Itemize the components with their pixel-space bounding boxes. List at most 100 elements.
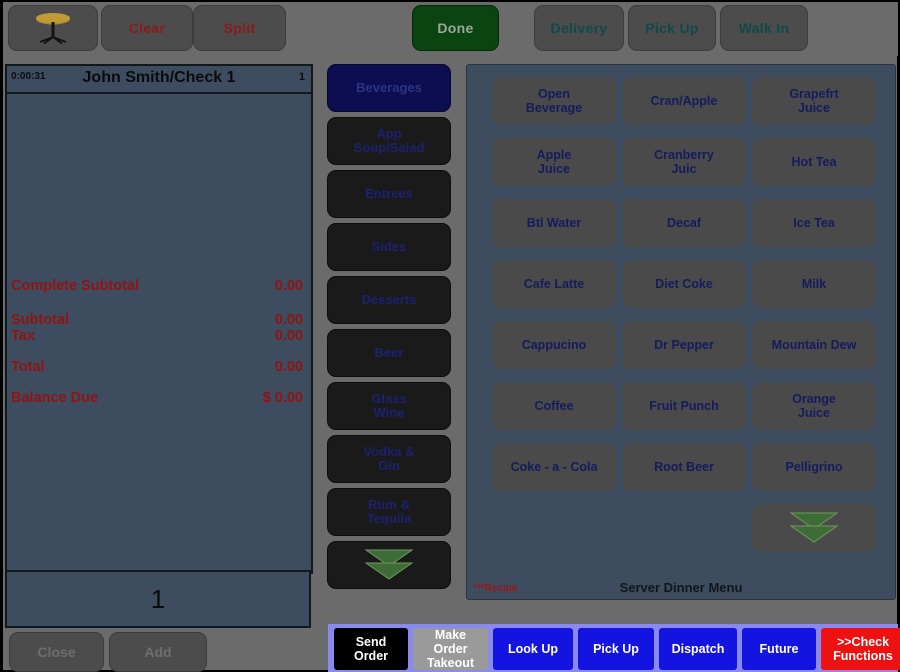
menu-item-label: Orange Juice — [792, 392, 836, 420]
subtotal-label: Subtotal — [11, 312, 69, 328]
balance-due-label: Balance Due — [11, 390, 99, 406]
menu-item-cappucino[interactable]: Cappucino — [492, 321, 616, 369]
split-label: Split — [223, 20, 256, 36]
menu-item-hot-tea[interactable]: Hot Tea — [752, 138, 876, 186]
clear-button[interactable]: Clear — [101, 5, 193, 51]
function-button-dispatch[interactable]: Dispatch — [659, 628, 737, 670]
category-label: Glass Wine — [371, 391, 407, 420]
menu-item-coke-a-cola[interactable]: Coke - a - Cola — [492, 443, 616, 491]
quantity-display[interactable]: 1 — [5, 570, 311, 628]
menu-item-fruit-punch[interactable]: Fruit Punch — [622, 382, 746, 430]
menu-item-decaf[interactable]: Decaf — [622, 199, 746, 247]
table-button[interactable] — [8, 5, 98, 51]
delivery-button[interactable]: Delivery — [534, 5, 624, 51]
menu-item-label: Cran/Apple — [650, 94, 718, 108]
balance-due-value: $ 0.00 — [262, 390, 303, 406]
check-line-items[interactable] — [7, 94, 311, 279]
menu-item-label: Ice Tea — [793, 216, 835, 230]
split-button[interactable]: Split — [193, 5, 286, 51]
menu-item-dr-pepper[interactable]: Dr Pepper — [622, 321, 746, 369]
function-button-pick-up[interactable]: Pick Up — [578, 628, 654, 670]
menu-item-coffee[interactable]: Coffee — [492, 382, 616, 430]
category-button-sides[interactable]: Sides — [327, 223, 451, 271]
pos-application: Clear Split Done Delivery Pick Up Walk I… — [0, 0, 900, 672]
category-button-entrees[interactable]: Entrees — [327, 170, 451, 218]
tax-value: 0.00 — [274, 328, 303, 344]
menu-item-label: Cappucino — [521, 338, 587, 352]
menu-item-pelligrino[interactable]: Pelligrino — [752, 443, 876, 491]
quantity-value: 1 — [150, 583, 166, 614]
category-button-vodka-gin[interactable]: Vodka & Gin — [327, 435, 451, 483]
menu-item-btl-water[interactable]: Btl Water — [492, 199, 616, 247]
check-title: John Smith/Check 1 — [82, 69, 236, 86]
function-button-check-functions[interactable]: >>Check Functions — [821, 628, 900, 670]
menu-item-label: Root Beer — [654, 460, 714, 474]
close-label: Close — [37, 644, 76, 660]
menu-item-apple-juice[interactable]: Apple Juice — [492, 138, 616, 186]
check-totals: Complete Subtotal 0.00 Subtotal 0.00 Tax… — [7, 278, 311, 406]
tax-label: Tax — [11, 328, 35, 344]
function-button-label: >>Check Functions — [833, 635, 893, 663]
category-button-rum-tequila[interactable]: Rum & Tequila — [327, 488, 451, 536]
menu-item-cranberry-juic[interactable]: Cranberry Juic — [622, 138, 746, 186]
done-button[interactable]: Done — [412, 5, 499, 51]
menu-item-grapefrt-juice[interactable]: Grapefrt Juice — [752, 77, 876, 125]
menu-item-label: Hot Tea — [791, 155, 837, 169]
total-label: Total — [11, 359, 45, 375]
menu-item-cafe-latte[interactable]: Cafe Latte — [492, 260, 616, 308]
check-guest-count: 1 — [298, 71, 305, 83]
total-value: 0.00 — [274, 359, 303, 375]
menu-item-label: Fruit Punch — [649, 399, 719, 413]
category-label: Beer — [374, 345, 404, 360]
function-button-label: Future — [759, 642, 799, 656]
menu-item-label: Coke - a - Cola — [510, 460, 598, 474]
menu-item-diet-coke[interactable]: Diet Coke — [622, 260, 746, 308]
function-button-label: Send Order — [353, 635, 389, 663]
double-chevron-down-icon — [789, 512, 839, 543]
total-row-total: Total 0.00 — [11, 359, 303, 375]
pickup-label: Pick Up — [645, 20, 699, 36]
menu-item-label: Dr Pepper — [654, 338, 714, 352]
function-button-make-order-takeout[interactable]: Make Order Takeout — [413, 628, 488, 670]
menu-item-ice-tea[interactable]: Ice Tea — [752, 199, 876, 247]
menu-item-open-beverage[interactable]: Open Beverage — [492, 77, 616, 125]
function-button-label: Look Up — [508, 642, 558, 656]
menu-item-orange-juice[interactable]: Orange Juice — [752, 382, 876, 430]
menu-item-label: Pelligrino — [785, 460, 843, 474]
menu-item-label: Decaf — [666, 216, 702, 230]
round-table-icon — [36, 13, 70, 45]
function-button-send-order[interactable]: Send Order — [334, 628, 408, 670]
menu-item-label: Mountain Dew — [771, 338, 857, 352]
category-label: App Soup/Salad — [353, 126, 425, 155]
function-button-look-up[interactable]: Look Up — [493, 628, 573, 670]
menu-item-label: Cafe Latte — [523, 277, 585, 291]
menu-item-mountain-dew[interactable]: Mountain Dew — [752, 321, 876, 369]
check-panel[interactable]: 0:00:31 John Smith/Check 1 1 Complete Su… — [5, 64, 313, 574]
menu-item-cran-apple[interactable]: Cran/Apple — [622, 77, 746, 125]
walkin-label: Walk In — [738, 20, 790, 36]
add-button[interactable]: Add — [109, 632, 207, 672]
walkin-button[interactable]: Walk In — [720, 5, 808, 51]
menu-item-root-beer[interactable]: Root Beer — [622, 443, 746, 491]
function-button-future[interactable]: Future — [742, 628, 816, 670]
menu-item-label: Btl Water — [526, 216, 582, 230]
menu-item-milk[interactable]: Milk — [752, 260, 876, 308]
pickup-button[interactable]: Pick Up — [628, 5, 716, 51]
menu-scroll-down-button[interactable] — [752, 504, 876, 552]
function-bar: Send Order Make Order Takeout Look Up Pick Up D… — [328, 624, 900, 672]
category-button-app-soup-salad[interactable]: App Soup/Salad — [327, 117, 451, 165]
category-button-glass-wine[interactable]: Glass Wine — [327, 382, 451, 430]
total-row-subtotal: Subtotal 0.00 — [11, 312, 303, 328]
menu-item-label: Open Beverage — [525, 87, 583, 115]
category-button-beverages[interactable]: Beverages — [327, 64, 451, 112]
category-button-desserts[interactable]: Desserts — [327, 276, 451, 324]
category-scroll-down-button[interactable] — [327, 541, 451, 589]
total-row-tax: Tax 0.00 — [11, 328, 303, 344]
menu-item-label: Diet Coke — [655, 277, 713, 291]
category-button-beer[interactable]: Beer — [327, 329, 451, 377]
category-label: Entrees — [365, 186, 413, 201]
subtotal-value: 0.00 — [274, 312, 303, 328]
category-column: Beverages App Soup/Salad Entrees Sides Desser… — [321, 64, 461, 624]
category-label: Sides — [371, 239, 407, 254]
close-button[interactable]: Close — [9, 632, 104, 672]
